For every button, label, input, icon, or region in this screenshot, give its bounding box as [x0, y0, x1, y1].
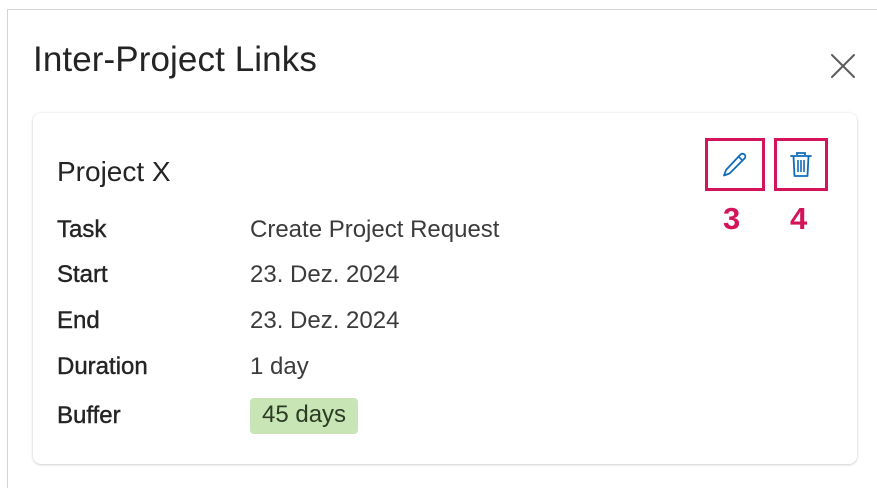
project-name: Project X [57, 156, 171, 187]
end-label: End [57, 307, 100, 334]
start-value: 23. Dez. 2024 [250, 261, 400, 288]
close-icon [831, 54, 855, 78]
buffer-row: Buffer 45 days [57, 398, 359, 434]
annotation-edit: 3 [723, 201, 741, 236]
close-button[interactable] [826, 49, 860, 83]
duration-value: 1 day [250, 353, 309, 380]
start-row: Start 23. Dez. 2024 [57, 259, 400, 291]
project-link-card: Project X 3 4 Task Create Project Reques… [33, 113, 857, 464]
end-row: End 23. Dez. 2024 [57, 305, 400, 337]
start-label: Start [57, 261, 108, 288]
end-value: 23. Dez. 2024 [250, 307, 400, 334]
delete-button[interactable] [774, 138, 828, 191]
edit-button[interactable] [705, 138, 765, 191]
duration-row: Duration 1 day [57, 351, 309, 383]
duration-label: Duration [57, 353, 148, 380]
buffer-badge: 45 days [250, 398, 359, 434]
pencil-icon [723, 152, 747, 176]
task-row: Task Create Project Request [57, 214, 500, 246]
task-label: Task [57, 216, 107, 243]
dialog-title: Inter-Project Links [33, 40, 317, 79]
task-value: Create Project Request [250, 216, 500, 243]
buffer-label: Buffer [57, 402, 121, 429]
trash-icon [790, 151, 812, 177]
annotation-delete: 4 [790, 201, 808, 236]
